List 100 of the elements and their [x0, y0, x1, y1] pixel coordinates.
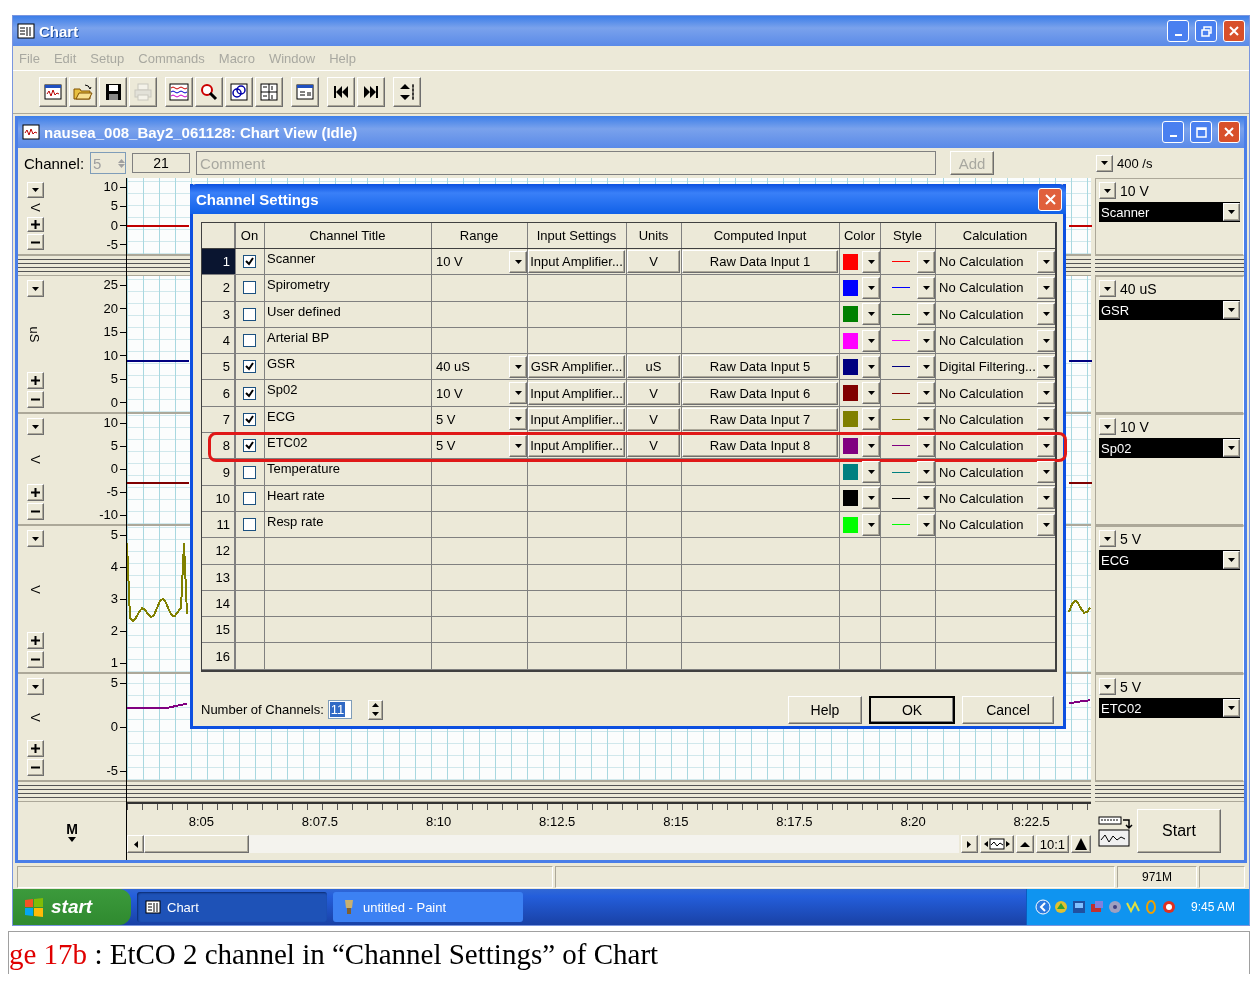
- calculation-dropdown[interactable]: No Calculation: [937, 327, 1055, 354]
- tray-app-icon[interactable]: [1160, 899, 1177, 915]
- scroll-right-button[interactable]: [960, 835, 978, 853]
- dropdown-button[interactable]: [26, 280, 44, 297]
- row-header[interactable]: 2: [202, 275, 235, 301]
- zoom-in-button[interactable]: [26, 484, 44, 501]
- taskbar-button[interactable]: untitled - Paint: [333, 892, 523, 922]
- dropdown-button[interactable]: [1099, 678, 1116, 695]
- dropdown-button[interactable]: [917, 408, 935, 431]
- table-cell[interactable]: Spirometry: [264, 275, 431, 301]
- scroll-left-button[interactable]: [127, 835, 144, 853]
- row-header[interactable]: 7: [202, 406, 235, 433]
- start-button[interactable]: start: [13, 889, 131, 925]
- zoom-out-button[interactable]: [26, 503, 44, 520]
- minimize-button[interactable]: [1162, 121, 1184, 143]
- toolbar-button[interactable]: [393, 77, 421, 107]
- row-header[interactable]: 3: [202, 301, 235, 327]
- row-header[interactable]: 15: [202, 617, 235, 643]
- zoom-out-button[interactable]: [26, 759, 44, 776]
- dialog-button[interactable]: Help: [788, 695, 862, 724]
- channel-count-field[interactable]: 11: [327, 700, 352, 720]
- taskbar-button[interactable]: Chart: [137, 892, 327, 922]
- row-header[interactable]: 4: [202, 327, 235, 354]
- dropdown-button[interactable]: [26, 530, 44, 547]
- zoom-in-button[interactable]: [26, 740, 44, 757]
- close-button[interactable]: [1218, 121, 1240, 143]
- dropdown-button[interactable]: [862, 487, 880, 510]
- dropdown-button[interactable]: [1037, 382, 1055, 405]
- dropdown-button[interactable]: [1223, 699, 1240, 717]
- table-cell[interactable]: Scanner: [264, 249, 431, 275]
- checkbox[interactable]: [243, 491, 256, 505]
- channel-dropdown[interactable]: GSR: [1099, 300, 1240, 320]
- color-dropdown[interactable]: [841, 249, 880, 275]
- range-dropdown[interactable]: 10 V: [434, 380, 527, 406]
- dropdown-button[interactable]: [862, 276, 880, 299]
- dropdown-button[interactable]: [1223, 301, 1240, 319]
- calculation-dropdown[interactable]: Digital Filtering...: [937, 354, 1055, 380]
- calculation-dropdown[interactable]: No Calculation: [937, 275, 1055, 301]
- dropdown-button[interactable]: [862, 303, 880, 326]
- dropdown-button[interactable]: [1223, 551, 1240, 569]
- dropdown-button[interactable]: [862, 461, 880, 483]
- zoom-in-button[interactable]: [1071, 835, 1091, 853]
- row-header[interactable]: 10: [202, 485, 235, 511]
- minimize-button[interactable]: [1167, 20, 1189, 42]
- calculation-dropdown[interactable]: No Calculation: [937, 459, 1055, 485]
- row-header[interactable]: 14: [202, 590, 235, 617]
- checkbox[interactable]: [243, 386, 256, 400]
- dropdown-button[interactable]: [509, 355, 527, 378]
- zoom-in-button[interactable]: [26, 632, 44, 649]
- dropdown-button[interactable]: [26, 418, 44, 435]
- checkbox[interactable]: [243, 281, 256, 295]
- dropdown-button[interactable]: [917, 355, 935, 378]
- dropdown-button[interactable]: [917, 329, 935, 352]
- input-settings-button[interactable]: Input Amplifier...: [528, 407, 625, 431]
- row-header[interactable]: 6: [202, 380, 235, 406]
- table-cell[interactable]: Heart rate: [264, 485, 431, 511]
- close-button[interactable]: [1223, 20, 1245, 42]
- checkbox[interactable]: [243, 518, 256, 532]
- checkbox[interactable]: [243, 334, 256, 348]
- table-cell[interactable]: GSR: [264, 354, 431, 380]
- color-dropdown[interactable]: [841, 406, 880, 433]
- dropdown-button[interactable]: [917, 303, 935, 326]
- dropdown-button[interactable]: [917, 382, 935, 405]
- range-dropdown[interactable]: 40 uS: [434, 354, 527, 380]
- dropdown-button[interactable]: [1099, 280, 1116, 297]
- toolbar-button[interactable]: [225, 77, 253, 107]
- color-dropdown[interactable]: [841, 380, 880, 406]
- zoom-in-button[interactable]: [26, 372, 44, 389]
- table-cell[interactable]: User defined: [264, 301, 431, 327]
- marker-button[interactable]: M: [66, 820, 78, 842]
- dropdown-button[interactable]: [917, 461, 935, 483]
- scrollbar[interactable]: [127, 835, 959, 853]
- toolbar-button[interactable]: [195, 77, 223, 107]
- dropdown-button[interactable]: [1223, 203, 1240, 221]
- computed-input-button[interactable]: Raw Data Input 1: [682, 250, 838, 274]
- comment-field[interactable]: Comment: [196, 151, 937, 175]
- toolbar-button[interactable]: [327, 77, 355, 107]
- dropdown-button[interactable]: [1037, 276, 1055, 299]
- dropdown-button[interactable]: [862, 329, 880, 352]
- dropdown-button[interactable]: [1223, 439, 1240, 457]
- zoom-out-button[interactable]: [1015, 835, 1034, 853]
- compress-button[interactable]: [979, 835, 1014, 853]
- calculation-dropdown[interactable]: No Calculation: [937, 511, 1055, 538]
- dropdown-button[interactable]: [26, 182, 44, 198]
- color-dropdown[interactable]: [841, 459, 880, 485]
- dropdown-button[interactable]: [1037, 487, 1055, 510]
- range-dropdown[interactable]: 5 V: [434, 406, 527, 433]
- row-header[interactable]: 12: [202, 538, 235, 564]
- dialog-button[interactable]: Cancel: [962, 695, 1054, 724]
- dropdown-button[interactable]: [917, 250, 935, 273]
- checkbox[interactable]: [243, 439, 256, 453]
- dropdown-button[interactable]: [1099, 182, 1116, 199]
- dropdown-button[interactable]: [862, 382, 880, 405]
- dropdown-button[interactable]: [1037, 513, 1055, 536]
- checkbox[interactable]: [243, 465, 256, 479]
- dropdown-button[interactable]: [862, 513, 880, 536]
- toolbar-button[interactable]: [39, 77, 67, 107]
- input-settings-button[interactable]: GSR Amplifier...: [528, 355, 625, 379]
- channel-dropdown[interactable]: ETC02: [1099, 698, 1240, 718]
- dropdown-button[interactable]: [1099, 418, 1116, 435]
